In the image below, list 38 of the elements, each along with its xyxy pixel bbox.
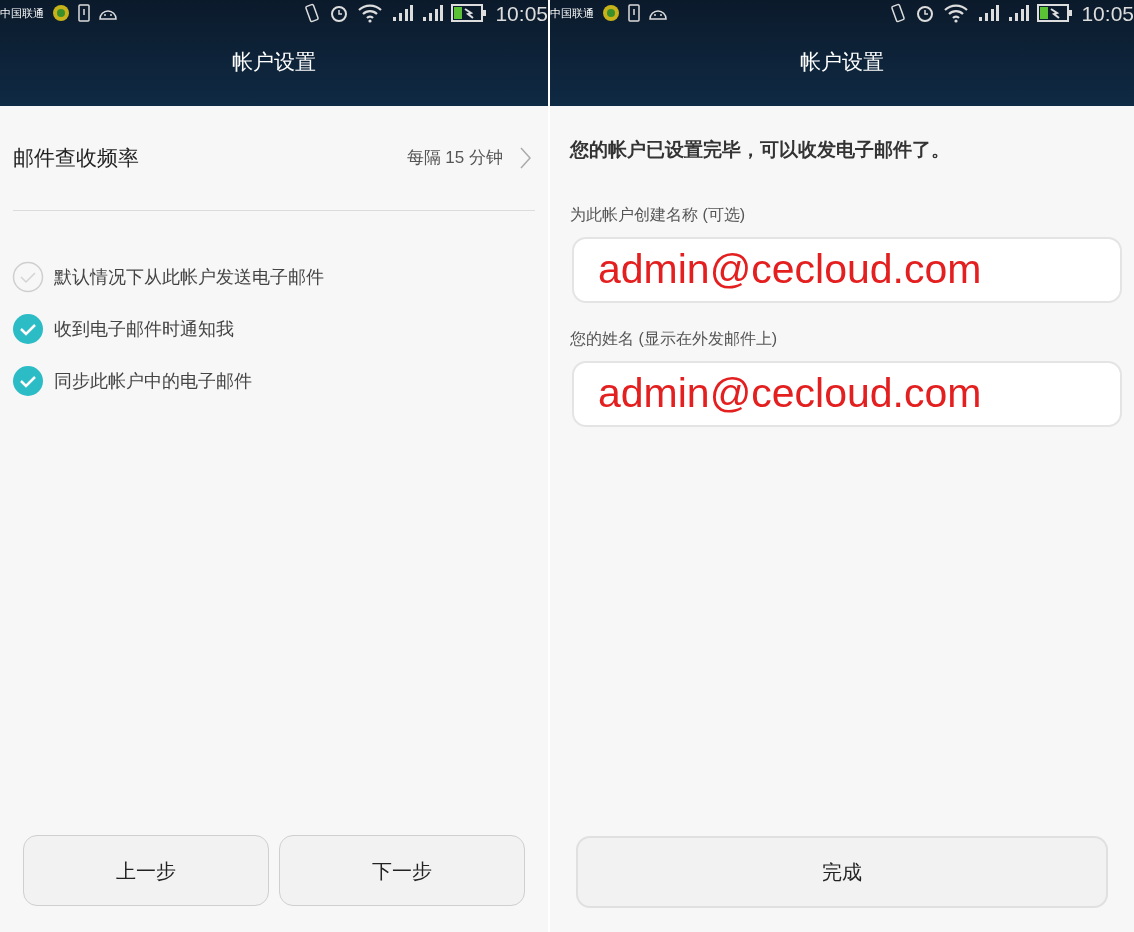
done-button[interactable]: 完成 [576, 836, 1108, 908]
field-label: 您的姓名 (显示在外发邮件上) [569, 328, 779, 349]
signal-icon [1007, 4, 1030, 22]
coin-icon [602, 4, 620, 22]
wifi-icon [357, 3, 384, 23]
vibrate-icon [889, 3, 908, 23]
checkbox[interactable] [12, 261, 44, 293]
chevron-right-icon [519, 146, 531, 170]
option-label: 默认情况下从此帐户发送电子邮件 [54, 265, 324, 289]
carrier-label: 中国联通 [0, 7, 44, 19]
signal-icon [391, 4, 414, 22]
clock-text: 10:05 [1081, 2, 1134, 24]
screen-title: 帐户设置 [800, 49, 884, 76]
nav-button[interactable]: 下一步 [279, 835, 525, 906]
battery-icon [1037, 4, 1074, 22]
text-field[interactable]: admin@cecloud.com [572, 236, 1122, 303]
option-label: 同步此帐户中的电子邮件 [54, 369, 252, 393]
checked-checkbox[interactable] [12, 365, 44, 397]
signal-icon [977, 4, 1000, 22]
carrier-label: 中国联通 [550, 7, 594, 19]
clock-text: 10:05 [495, 2, 548, 24]
alarm-icon [329, 3, 350, 23]
coin-icon [52, 4, 70, 22]
vibrate-icon [303, 3, 322, 23]
screen-title: 帐户设置 [232, 49, 316, 76]
settings-row[interactable]: 邮件查收频率 每隔 15 分钟 [13, 106, 535, 211]
sim-card-icon [78, 4, 90, 22]
alarm-icon [915, 3, 936, 23]
field-label: 为此帐户创建名称 (可选) [569, 204, 747, 225]
option-label: 收到电子邮件时通知我 [54, 317, 234, 341]
nav-button[interactable]: 上一步 [23, 835, 269, 906]
signal-icon [421, 4, 444, 22]
text-field[interactable]: admin@cecloud.com [572, 360, 1122, 427]
wifi-icon [943, 3, 970, 23]
battery-icon [451, 4, 488, 22]
status-message: 您的帐户已设置完毕，可以收发电子邮件了。 [568, 138, 951, 162]
sim-card-icon [628, 4, 640, 22]
checked-checkbox[interactable] [12, 313, 44, 345]
